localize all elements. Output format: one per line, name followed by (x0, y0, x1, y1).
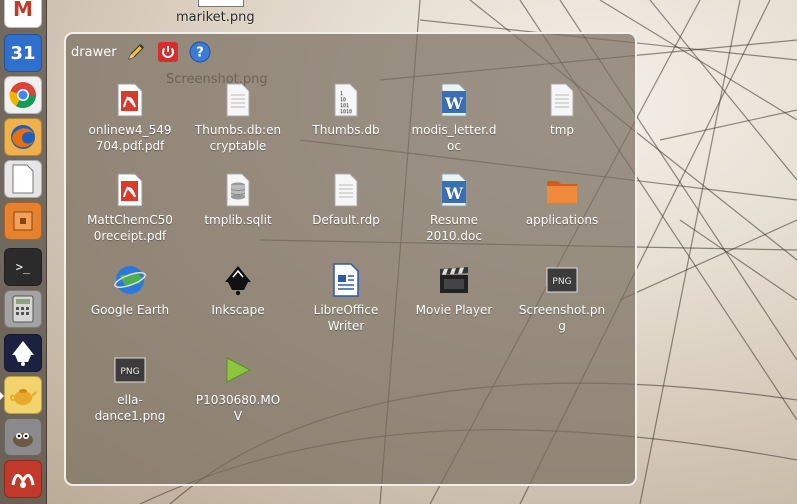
gimp-icon (13, 433, 33, 447)
terminal-icon: >_ (15, 260, 31, 274)
png-image-icon: PNG (545, 262, 579, 298)
libreoffice-writer-icon (329, 262, 363, 298)
text-file-icon (221, 82, 255, 118)
gimp-launcher-button[interactable] (4, 418, 42, 456)
file-item[interactable]: PNG Screenshot.pn g (508, 262, 616, 334)
drawer-header: drawer ? (71, 40, 221, 64)
app-item[interactable]: Google Earth (76, 262, 184, 318)
app-item[interactable]: LibreOffice Writer (292, 262, 400, 334)
calendar-launcher-button[interactable]: 31 (4, 34, 42, 72)
svg-text:W: W (444, 94, 464, 113)
edit-button[interactable] (125, 41, 147, 63)
desktop-file-label[interactable]: mariket.png (176, 10, 255, 25)
chrome-launcher-button[interactable] (4, 76, 42, 114)
database-icon (221, 172, 255, 208)
inkscape-launcher-button[interactable] (4, 334, 42, 372)
file-label: Default.rdp (312, 213, 380, 227)
file-label: Thumbs.db:en cryptable (194, 123, 282, 153)
drawer-panel: drawer ? Screenshot.png onlinew4_549 704… (64, 32, 637, 486)
file-item[interactable]: tmp (508, 82, 616, 138)
file-label: Screenshot.pn g (518, 303, 606, 333)
drawer-title: drawer (71, 44, 117, 60)
calendar-icon: 31 (10, 42, 36, 64)
folder-item[interactable]: applications (508, 172, 616, 228)
file-item[interactable]: MattChemC50 0receipt.pdf (76, 172, 184, 244)
file-label: MattChemC50 0receipt.pdf (87, 213, 173, 243)
pencil-icon (127, 44, 144, 60)
file-item[interactable]: Default.rdp (292, 172, 400, 228)
gmail-icon: M (13, 0, 33, 21)
calculator-launcher-button[interactable] (4, 290, 42, 328)
terminal-launcher-button[interactable]: >_ (4, 248, 42, 286)
gmail-launcher-button[interactable]: M (4, 0, 42, 28)
movie-player-icon (437, 262, 471, 298)
help-button[interactable]: ? (189, 41, 211, 63)
file-item[interactable]: onlinew4_549 704.pdf.pdf (76, 82, 184, 154)
svg-text:1010: 1010 (340, 109, 352, 115)
svg-text:PNG: PNG (120, 367, 139, 377)
word-document-icon: W (437, 172, 471, 208)
app-label: Movie Player (415, 303, 493, 317)
file-item[interactable]: 1 10 101 1010 Thumbs.db (292, 82, 400, 138)
firefox-icon (11, 125, 35, 149)
launcher: M 31 >_ (0, 0, 47, 504)
pdf-icon (113, 172, 147, 208)
power-icon (157, 42, 178, 62)
mendeley-launcher-button[interactable] (4, 460, 42, 498)
firefox-launcher-button[interactable] (4, 118, 42, 156)
inkscape-icon (12, 341, 34, 366)
document-icon (12, 164, 34, 194)
folder-icon (545, 172, 579, 208)
file-label: ella- dance1.png (94, 393, 166, 423)
word-document-icon: W (437, 82, 471, 118)
calculator-icon (12, 295, 34, 323)
inkscape-icon (221, 262, 255, 298)
folder-label: applications (525, 213, 599, 227)
app-label: LibreOffice Writer (313, 303, 379, 333)
app-item[interactable]: Movie Player (400, 262, 508, 318)
quit-button[interactable] (157, 41, 179, 63)
svg-text:W: W (444, 184, 464, 203)
teapot-launcher-button[interactable] (4, 376, 42, 414)
libreoffice-launcher-button[interactable] (4, 160, 42, 198)
file-item[interactable]: tmplib.sqlit (184, 172, 292, 228)
svg-text:PNG: PNG (552, 277, 571, 287)
file-item[interactable]: W modis_letter.d oc (400, 82, 508, 154)
text-file-icon (545, 82, 579, 118)
help-icon: ? (189, 41, 211, 63)
file-label: tmplib.sqlit (204, 213, 272, 227)
binary-file-icon: 1 10 101 1010 (329, 82, 363, 118)
file-item[interactable]: P1030680.MO V (184, 352, 292, 424)
file-label: modis_letter.d oc (411, 123, 497, 153)
files-launcher-button[interactable] (4, 202, 42, 240)
svg-text:?: ? (196, 46, 204, 61)
pdf-icon (113, 82, 147, 118)
file-item[interactable]: Thumbs.db:en cryptable (184, 82, 292, 154)
app-item[interactable]: Inkscape (184, 262, 292, 318)
video-file-icon (221, 352, 255, 388)
file-label: onlinew4_549 704.pdf.pdf (88, 123, 172, 153)
mendeley-icon (11, 474, 35, 488)
google-earth-icon (113, 262, 147, 298)
file-item[interactable]: W Resume 2010.doc (400, 172, 508, 244)
app-label: Google Earth (90, 303, 170, 317)
desktop-file-thumbnail[interactable] (198, 0, 244, 7)
file-label: tmp (549, 123, 574, 137)
text-file-icon (329, 172, 363, 208)
teapot-icon (10, 389, 37, 405)
file-label: P1030680.MO V (195, 393, 281, 423)
file-label: Thumbs.db (312, 123, 380, 137)
chrome-icon (9, 82, 37, 109)
png-image-icon: PNG (113, 352, 147, 388)
app-label: Inkscape (211, 303, 265, 317)
file-label: Resume 2010.doc (426, 213, 482, 243)
file-manager-icon (13, 211, 33, 231)
file-item[interactable]: PNG ella- dance1.png (76, 352, 184, 424)
